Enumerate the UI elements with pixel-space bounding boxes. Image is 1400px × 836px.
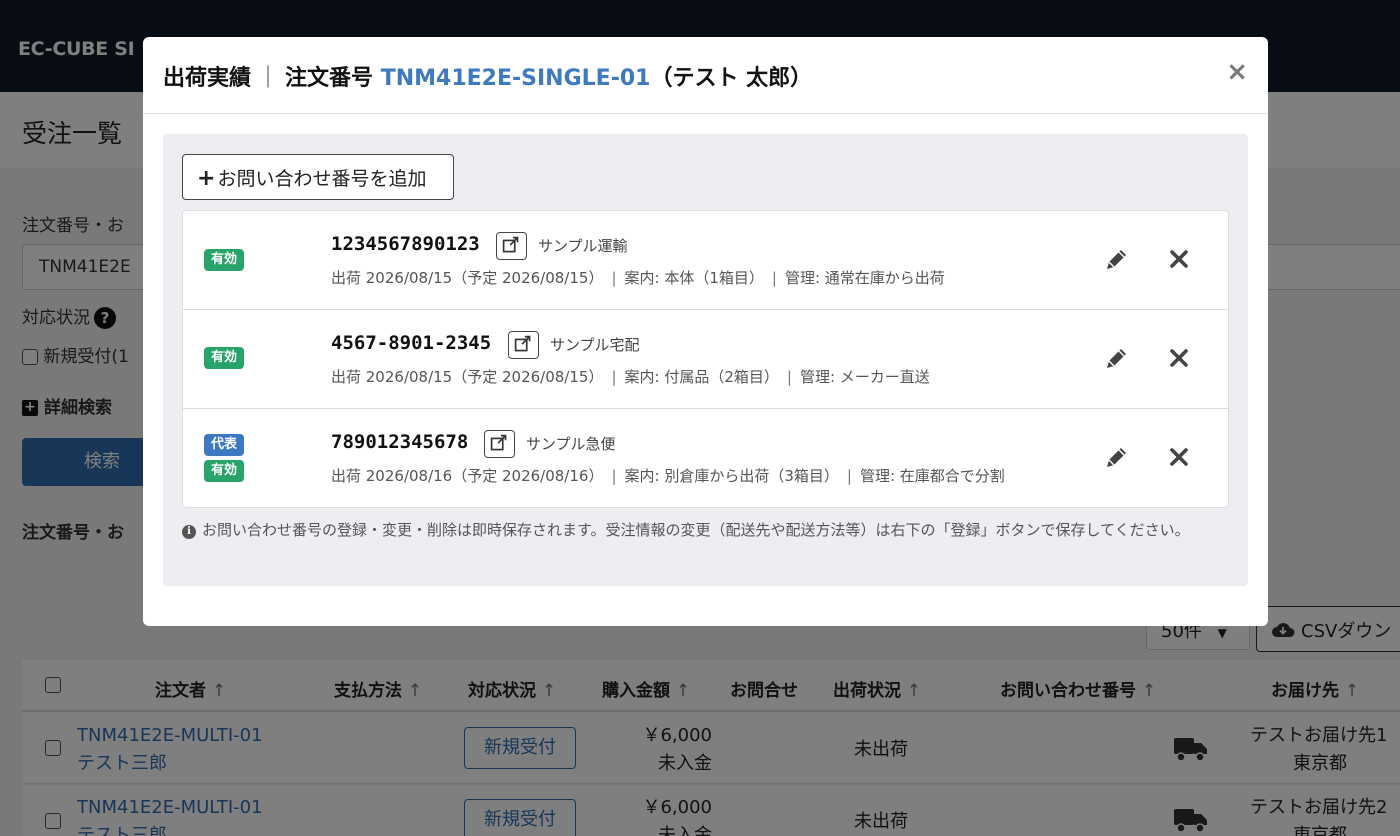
modal-customer-name: （テスト 太郎） (650, 66, 813, 91)
tracking-number: 4567-8901-2345 (331, 332, 492, 354)
external-link-icon[interactable] (484, 430, 515, 458)
delete-icon[interactable] (1168, 347, 1190, 369)
meta-separator: | (771, 269, 777, 287)
carrier-name: サンプル宅配 (550, 336, 640, 354)
management-info: 管理: 通常在庫から出荷 (784, 269, 945, 287)
external-link-icon[interactable] (508, 331, 539, 359)
info-icon: i (182, 525, 196, 539)
active-badge: 有効 (204, 460, 244, 482)
guide-info: 案内: 付属品（2箱目） (624, 368, 779, 386)
tracking-number: 1234567890123 (331, 233, 480, 255)
modal-close-button[interactable]: × (1226, 59, 1248, 85)
tracking-item: 有効 1234567890123 サンプル運輸 出荷 2026/08/15（予定… (183, 211, 1228, 310)
save-note-text: お問い合わせ番号の登録・変更・削除は即時保存されます。受注情報の変更（配送先や配… (202, 521, 1190, 539)
tracking-list: 有効 1234567890123 サンプル運輸 出荷 2026/08/15（予定… (182, 210, 1229, 508)
modal-order-number: TNM41E2E-SINGLE-01 (380, 66, 651, 91)
tracking-item: 有効 4567-8901-2345 サンプル宅配 出荷 2026/08/15（予… (183, 310, 1228, 409)
tracking-meta: 出荷 2026/08/15（予定 2026/08/15） | 案内: 本体（1箱目）… (331, 267, 945, 288)
shipment-modal: 出荷実績｜注文番号 TNM41E2E-SINGLE-01（テスト 太郎） × +… (143, 37, 1268, 626)
modal-header: 出荷実績｜注文番号 TNM41E2E-SINGLE-01（テスト 太郎） × (143, 37, 1268, 114)
active-badge: 有効 (204, 249, 244, 271)
meta-separator: | (611, 269, 617, 287)
shipping-date: 出荷 2026/08/16（予定 2026/08/16） (331, 467, 604, 485)
meta-separator: | (846, 467, 852, 485)
delete-icon[interactable] (1168, 248, 1190, 270)
guide-info: 案内: 本体（1箱目） (624, 269, 764, 287)
shipping-date: 出荷 2026/08/15（予定 2026/08/15） (331, 269, 604, 287)
carrier-name: サンプル運輸 (538, 237, 628, 255)
title-separator: ｜ (257, 66, 280, 91)
primary-badge: 代表 (204, 434, 244, 456)
shipping-date: 出荷 2026/08/15（予定 2026/08/15） (331, 368, 604, 386)
tracking-number: 789012345678 (331, 431, 469, 453)
tracking-meta: 出荷 2026/08/15（予定 2026/08/15） | 案内: 付属品（2箱目… (331, 366, 930, 387)
pencil-icon[interactable] (1101, 443, 1131, 473)
carrier-name: サンプル急便 (526, 435, 616, 453)
meta-separator: | (786, 368, 792, 386)
pencil-icon[interactable] (1101, 344, 1131, 374)
add-tracking-label: お問い合わせ番号を追加 (217, 168, 427, 190)
add-tracking-button[interactable]: + お問い合わせ番号を追加 (182, 154, 454, 200)
meta-separator: | (611, 368, 617, 386)
pencil-icon[interactable] (1101, 245, 1131, 275)
modal-title-main: 出荷実績 (163, 66, 252, 91)
management-info: 管理: メーカー直送 (799, 368, 930, 386)
save-note: i お問い合わせ番号の登録・変更・削除は即時保存されます。受注情報の変更（配送先や… (182, 518, 1222, 542)
management-info: 管理: 在庫都合で分割 (859, 467, 1005, 485)
tracking-item: 代表 有効 789012345678 サンプル急便 出荷 2026/08/16（… (183, 409, 1228, 508)
active-badge: 有効 (204, 347, 244, 369)
tracking-panel: + お問い合わせ番号を追加 有効 1234567890123 サンプル運輸 出荷 … (163, 134, 1248, 586)
tracking-meta: 出荷 2026/08/16（予定 2026/08/16） | 案内: 別倉庫から出荷… (331, 465, 1005, 486)
modal-title: 出荷実績｜注文番号 TNM41E2E-SINGLE-01（テスト 太郎） (163, 60, 812, 92)
delete-icon[interactable] (1168, 446, 1190, 468)
meta-separator: | (611, 467, 617, 485)
external-link-icon[interactable] (496, 232, 527, 260)
plus-icon: + (197, 166, 216, 191)
guide-info: 案内: 別倉庫から出荷（3箱目） (624, 467, 839, 485)
modal-title-order-label: 注文番号 (285, 66, 374, 91)
